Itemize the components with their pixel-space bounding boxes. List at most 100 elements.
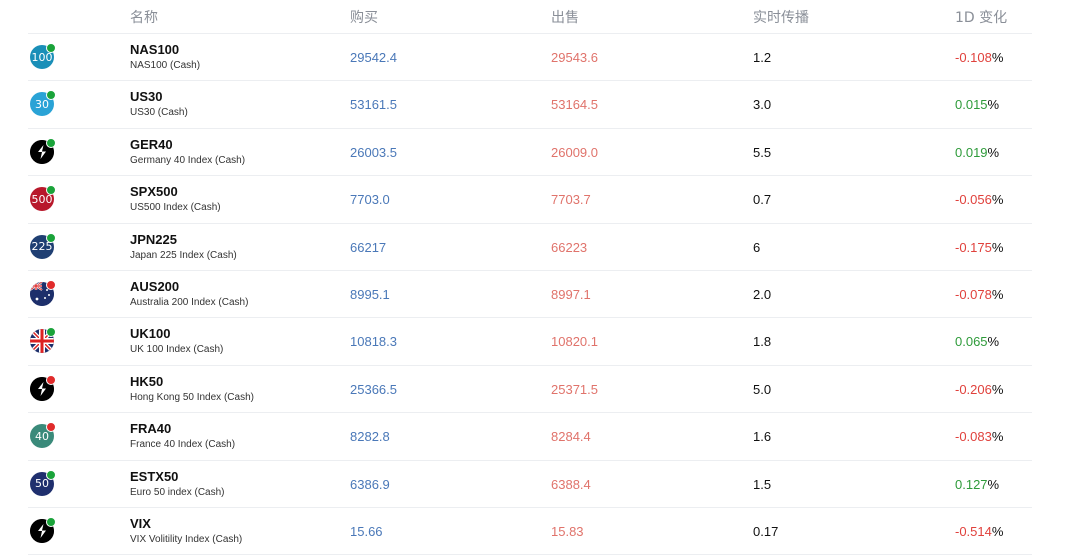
header-sell[interactable]: 出售 xyxy=(551,7,579,27)
buy-price[interactable]: 53161.5 xyxy=(350,97,397,112)
daily-change-value: -0.108 xyxy=(955,50,992,65)
live-spread: 6 xyxy=(753,239,761,255)
daily-change: -0.078% xyxy=(955,287,1003,302)
header-spread[interactable]: 实时传播 xyxy=(753,7,809,27)
table-row[interactable]: UK100 UK 100 Index (Cash) 10818.3 10820.1 1.… xyxy=(28,318,1032,366)
daily-change: -0.056% xyxy=(955,192,1003,207)
sell-price[interactable]: 10820.1 xyxy=(551,334,598,349)
instrument-symbol[interactable]: FRA40 xyxy=(130,421,235,437)
table-row[interactable]: 500 SPX500 US500 Index (Cash) 7703.0 7703.7 0… xyxy=(28,176,1032,224)
header-change[interactable]: 1D 变化 xyxy=(955,7,1007,27)
instrument-symbol[interactable]: US30 xyxy=(130,89,188,105)
instrument-symbol[interactable]: JPN225 xyxy=(130,232,237,248)
buy-price[interactable]: 8282.8 xyxy=(350,429,390,444)
instrument-symbol[interactable]: NAS100 xyxy=(130,42,200,58)
instrument-symbol[interactable]: VIX xyxy=(130,516,242,532)
sell-price[interactable]: 29543.6 xyxy=(551,50,598,65)
table-row[interactable]: AUS200 Australia 200 Index (Cash) 8995.1 89… xyxy=(28,271,1032,319)
live-spread: 1.2 xyxy=(753,50,772,65)
instrument-symbol[interactable]: AUS200 xyxy=(130,279,248,295)
buy-price[interactable]: 8995.1 xyxy=(350,287,390,302)
market-status-dot xyxy=(46,469,56,480)
sell-price[interactable]: 53164.5 xyxy=(551,97,598,112)
instrument-name-block[interactable]: VIX VIX Volitility Index (Cash) xyxy=(130,516,242,547)
sell-price[interactable]: 6388.4 xyxy=(551,477,591,492)
percent-sign: % xyxy=(991,523,1004,539)
market-status-dot xyxy=(46,43,56,53)
table-row[interactable]: 100 NAS100 NAS100 (Cash) 29542.4 29543.6 1.2 -… xyxy=(28,34,1032,82)
instrument-description: US500 Index (Cash) xyxy=(130,202,221,214)
instrument-name-block[interactable]: FRA40 France 40 Index (Cash) xyxy=(130,421,235,452)
daily-change: 0.065% xyxy=(955,334,999,349)
percent-sign: % xyxy=(991,381,1004,397)
instrument-name-block[interactable]: NAS100 NAS100 (Cash) xyxy=(130,42,200,73)
market-status-dot xyxy=(46,232,56,243)
instrument-name-block[interactable]: UK100 UK 100 Index (Cash) xyxy=(130,326,223,357)
buy-price[interactable]: 66217 xyxy=(350,240,386,255)
instrument-symbol[interactable]: UK100 xyxy=(130,326,223,342)
buy-price[interactable]: 15.66 xyxy=(350,524,383,539)
table-header: 名称 购买 出售 实时传播 1D 变化 xyxy=(0,0,1080,34)
instrument-icon-wrap: 225 xyxy=(30,232,56,259)
instrument-name-block[interactable]: US30 US30 (Cash) xyxy=(130,89,188,120)
instrument-symbol[interactable]: GER40 xyxy=(130,137,245,153)
table-row[interactable]: 50 ESTX50 Euro 50 index (Cash) 6386.9 6388.4… xyxy=(28,461,1032,508)
instrument-name-block[interactable]: GER40 Germany 40 Index (Cash) xyxy=(130,137,245,168)
table-body: 100 NAS100 NAS100 (Cash) 29542.4 29543.6 1.2 -… xyxy=(0,34,1080,556)
table-row[interactable]: 225 JPN225 Japan 225 Index (Cash) 66217 6622… xyxy=(28,224,1032,271)
sell-price[interactable]: 66223 xyxy=(551,240,587,255)
instrument-name-block[interactable]: JPN225 Japan 225 Index (Cash) xyxy=(130,232,237,263)
market-table: 名称 购买 出售 实时传播 1D 变化 100 NAS100 NAS100 (Cas… xyxy=(0,0,1080,556)
live-spread: 1.5 xyxy=(753,476,772,492)
table-row[interactable]: 40 FRA40 France 40 Index (Cash) 8282.8 8284.… xyxy=(28,413,1032,461)
sell-price[interactable]: 15.83 xyxy=(551,524,584,539)
instrument-name-block[interactable]: HK50 Hong Kong 50 Index (Cash) xyxy=(130,374,254,405)
daily-change-value: -0.514 xyxy=(955,523,992,539)
instrument-icon-wrap xyxy=(30,516,56,543)
buy-price[interactable]: 26003.5 xyxy=(350,145,397,160)
instrument-description: Hong Kong 50 Index (Cash) xyxy=(130,391,254,403)
daily-change: 0.015% xyxy=(955,97,999,112)
buy-price[interactable]: 29542.4 xyxy=(350,50,397,65)
sell-price[interactable]: 7703.7 xyxy=(551,192,591,207)
instrument-description: France 40 Index (Cash) xyxy=(130,439,236,451)
daily-change-value: -0.078 xyxy=(955,286,992,302)
percent-sign: % xyxy=(991,50,1004,65)
live-spread: 5.0 xyxy=(753,381,772,397)
daily-change-value: -0.206 xyxy=(955,381,992,397)
instrument-icon-wrap xyxy=(30,279,56,306)
sell-price[interactable]: 8284.4 xyxy=(551,429,591,444)
table-row[interactable]: VIX VIX Volitility Index (Cash) 15.66 15.83… xyxy=(28,508,1032,556)
instrument-name-block[interactable]: ESTX50 Euro 50 index (Cash) xyxy=(130,469,225,500)
instrument-symbol[interactable]: ESTX50 xyxy=(130,469,225,485)
sell-price[interactable]: 26009.0 xyxy=(551,145,598,160)
buy-price[interactable]: 6386.9 xyxy=(350,477,390,492)
daily-change-value: 0.065 xyxy=(955,334,988,350)
daily-change: 0.127% xyxy=(955,477,999,492)
instrument-symbol[interactable]: HK50 xyxy=(130,374,254,390)
live-spread: 3.0 xyxy=(753,97,772,113)
percent-sign: % xyxy=(991,429,1004,445)
sell-price[interactable]: 25371.5 xyxy=(551,382,598,397)
sell-price[interactable]: 8997.1 xyxy=(551,287,591,302)
instrument-description: UK 100 Index (Cash) xyxy=(130,344,224,356)
header-name[interactable]: 名称 xyxy=(130,7,158,27)
instrument-name-block[interactable]: AUS200 Australia 200 Index (Cash) xyxy=(130,279,248,310)
instrument-icon-wrap: 50 xyxy=(30,469,56,496)
buy-price[interactable]: 10818.3 xyxy=(350,334,397,349)
instrument-icon-wrap: 100 xyxy=(30,43,56,69)
market-status-dot xyxy=(46,516,56,527)
instrument-symbol[interactable]: SPX500 xyxy=(130,184,221,200)
instrument-name-block[interactable]: SPX500 US500 Index (Cash) xyxy=(130,184,221,215)
buy-price[interactable]: 25366.5 xyxy=(350,382,397,397)
header-buy[interactable]: 购买 xyxy=(350,7,378,27)
buy-price[interactable]: 7703.0 xyxy=(350,192,390,207)
percent-sign: % xyxy=(991,192,1004,208)
market-status-dot xyxy=(46,90,56,101)
instrument-icon-wrap xyxy=(30,374,56,401)
table-row[interactable]: HK50 Hong Kong 50 Index (Cash) 25366.5 2537… xyxy=(28,366,1032,414)
instrument-description: Australia 200 Index (Cash) xyxy=(130,296,249,308)
table-row[interactable]: GER40 Germany 40 Index (Cash) 26003.5 26009… xyxy=(28,129,1032,177)
live-spread: 2.0 xyxy=(753,286,772,302)
table-row[interactable]: 30 US30 US30 (Cash) 53161.5 53164.5 3.0 0.015% xyxy=(28,81,1032,129)
